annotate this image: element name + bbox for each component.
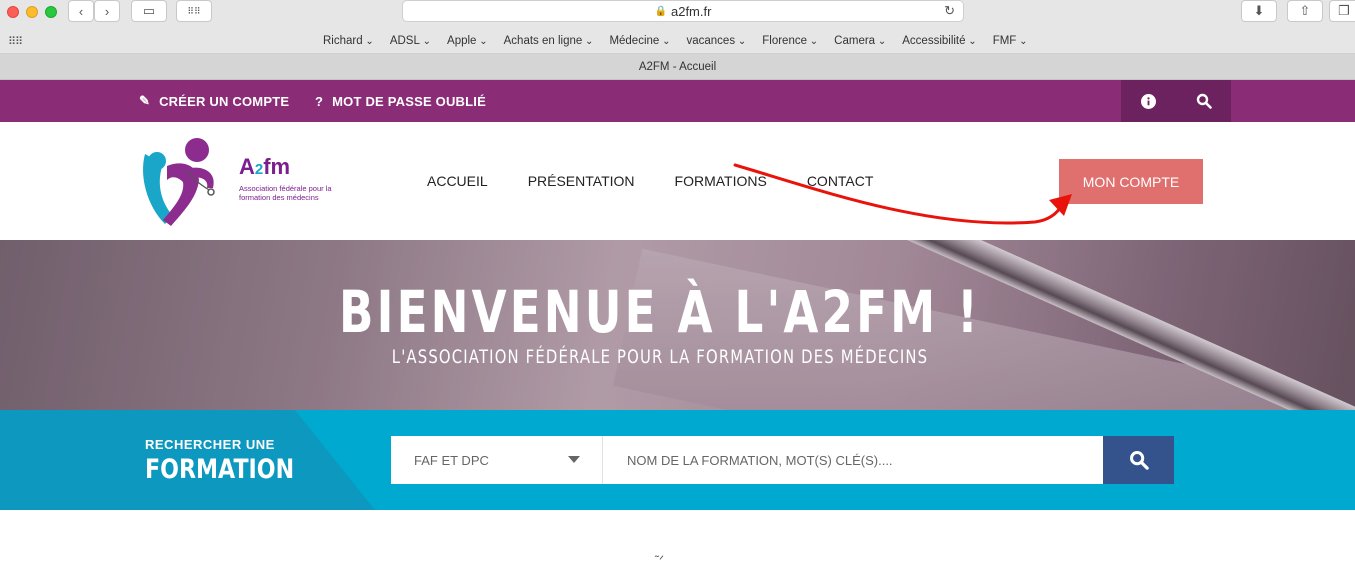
forward-button[interactable]: › bbox=[94, 0, 120, 22]
search-label-small: RECHERCHER UNE bbox=[145, 437, 275, 452]
logo-tagline-line1: Association fédérale pour la bbox=[239, 184, 332, 193]
question-icon: ? bbox=[315, 93, 324, 109]
top-sites-button[interactable]: ⠿⠿ bbox=[176, 0, 212, 22]
bookmarks-grid-icon[interactable]: ⠿⠿ bbox=[8, 35, 23, 48]
search-label-big: FORMATION bbox=[145, 454, 295, 485]
logo-wordmark: A2fm bbox=[239, 154, 291, 179]
logo-tagline-line2: formation des médecins bbox=[239, 193, 319, 202]
search-icon bbox=[1129, 451, 1149, 470]
share-button[interactable]: ⇧ bbox=[1287, 0, 1323, 22]
search-icon bbox=[1196, 93, 1212, 109]
bookmark-folder[interactable]: ADSL bbox=[390, 35, 431, 47]
tab-active[interactable]: A2FM - Accueil bbox=[0, 54, 1355, 80]
search-toggle-button[interactable] bbox=[1176, 80, 1231, 122]
pencil-icon: ✎ bbox=[139, 93, 151, 108]
chevron-left-icon: ‹ bbox=[78, 3, 84, 19]
grid-icon: ⠿⠿ bbox=[187, 5, 201, 16]
bookmarks-bar: ⠿⠿ Richard ADSL Apple Achats en ligne Mé… bbox=[0, 30, 1355, 54]
main-nav: ACCUEIL PRÉSENTATION FORMATIONS CONTACT bbox=[427, 122, 873, 240]
chevron-right-icon: › bbox=[104, 3, 110, 19]
site-topbar: ✎ CRÉER UN COMPTE ? MOT DE PASSE OUBLIÉ bbox=[0, 80, 1355, 122]
address-bar[interactable]: 🔒 a2fm.fr ↻ bbox=[402, 0, 964, 22]
logo-figure-icon bbox=[143, 138, 215, 226]
sidebar-toggle-button[interactable]: ▭ bbox=[131, 0, 167, 22]
downloads-button[interactable]: ⬇ bbox=[1241, 0, 1277, 22]
search-band: RECHERCHER UNE FORMATION FAF ET DPC bbox=[0, 410, 1355, 510]
site-header: A2fm Association fédérale pour la format… bbox=[0, 122, 1355, 240]
logo-tagline: Association fédérale pour la formation d… bbox=[239, 184, 349, 202]
topbar-icons bbox=[1121, 80, 1231, 122]
nav-item-accueil[interactable]: ACCUEIL bbox=[427, 173, 488, 189]
nav-item-presentation[interactable]: PRÉSENTATION bbox=[528, 173, 635, 189]
browser-toolbar: ‹ › ▭ ⠿⠿ 🔒 a2fm.fr ↻ ⬇ ⇧ ❐ bbox=[0, 0, 1355, 30]
bookmark-folder[interactable]: Médecine bbox=[609, 35, 670, 47]
minimize-window-button[interactable] bbox=[26, 6, 38, 18]
sidebar-icon: ▭ bbox=[142, 3, 156, 18]
lock-icon: 🔒 bbox=[654, 5, 667, 17]
tabs-icon: ❐ bbox=[1338, 3, 1350, 18]
bookmark-folder[interactable]: Florence bbox=[762, 35, 818, 47]
tab-title: A2FM - Accueil bbox=[638, 60, 717, 73]
reload-icon[interactable]: ↻ bbox=[944, 3, 955, 19]
search-submit-button[interactable] bbox=[1103, 436, 1174, 484]
bookmark-folder[interactable]: Achats en ligne bbox=[504, 35, 594, 47]
forgot-password-link[interactable]: ? MOT DE PASSE OUBLIÉ bbox=[315, 80, 486, 122]
create-account-label: CRÉER UN COMPTE bbox=[159, 93, 290, 109]
nav-item-formations[interactable]: FORMATIONS bbox=[675, 173, 767, 189]
url-text: a2fm.fr bbox=[670, 3, 712, 19]
hero-subtitle: L'ASSOCIATION FÉDÉRALE POUR LA FORMATION… bbox=[391, 346, 929, 368]
info-button[interactable] bbox=[1121, 80, 1176, 122]
zoom-window-button[interactable] bbox=[45, 6, 57, 18]
info-icon bbox=[1141, 93, 1156, 109]
site-logo[interactable]: A2fm Association fédérale pour la format… bbox=[137, 136, 342, 228]
caret-down-icon bbox=[568, 456, 580, 463]
bookmark-folder[interactable]: Apple bbox=[447, 35, 488, 47]
search-input[interactable] bbox=[603, 436, 1103, 484]
section-logo-partial: ˜ᐟ bbox=[655, 553, 665, 567]
bookmark-folder[interactable]: vacances bbox=[686, 35, 746, 47]
bookmark-folder[interactable]: Camera bbox=[834, 35, 886, 47]
close-window-button[interactable] bbox=[7, 6, 19, 18]
download-icon: ⬇ bbox=[1253, 3, 1265, 18]
back-button[interactable]: ‹ bbox=[68, 0, 94, 22]
my-account-button[interactable]: MON COMPTE bbox=[1059, 159, 1203, 204]
hero-banner: BIENVENUE À L'A2FM ! L'ASSOCIATION FÉDÉR… bbox=[0, 240, 1355, 410]
category-select-value: FAF ET DPC bbox=[414, 452, 489, 468]
tabs-overview-button[interactable]: ❐ bbox=[1329, 0, 1355, 22]
category-select[interactable]: FAF ET DPC bbox=[391, 436, 603, 484]
forgot-password-label: MOT DE PASSE OUBLIÉ bbox=[332, 93, 486, 109]
bookmarks-list: Richard ADSL Apple Achats en ligne Médec… bbox=[323, 35, 1028, 47]
nav-item-contact[interactable]: CONTACT bbox=[807, 173, 874, 189]
bookmark-folder[interactable]: Richard bbox=[323, 35, 374, 47]
bookmark-folder[interactable]: FMF bbox=[993, 35, 1028, 47]
bookmark-folder[interactable]: Accessibilité bbox=[902, 35, 976, 47]
create-account-link[interactable]: ✎ CRÉER UN COMPTE bbox=[139, 80, 289, 122]
share-icon: ⇧ bbox=[1299, 3, 1311, 18]
hero-title: BIENVENUE À L'A2FM ! bbox=[339, 278, 981, 346]
